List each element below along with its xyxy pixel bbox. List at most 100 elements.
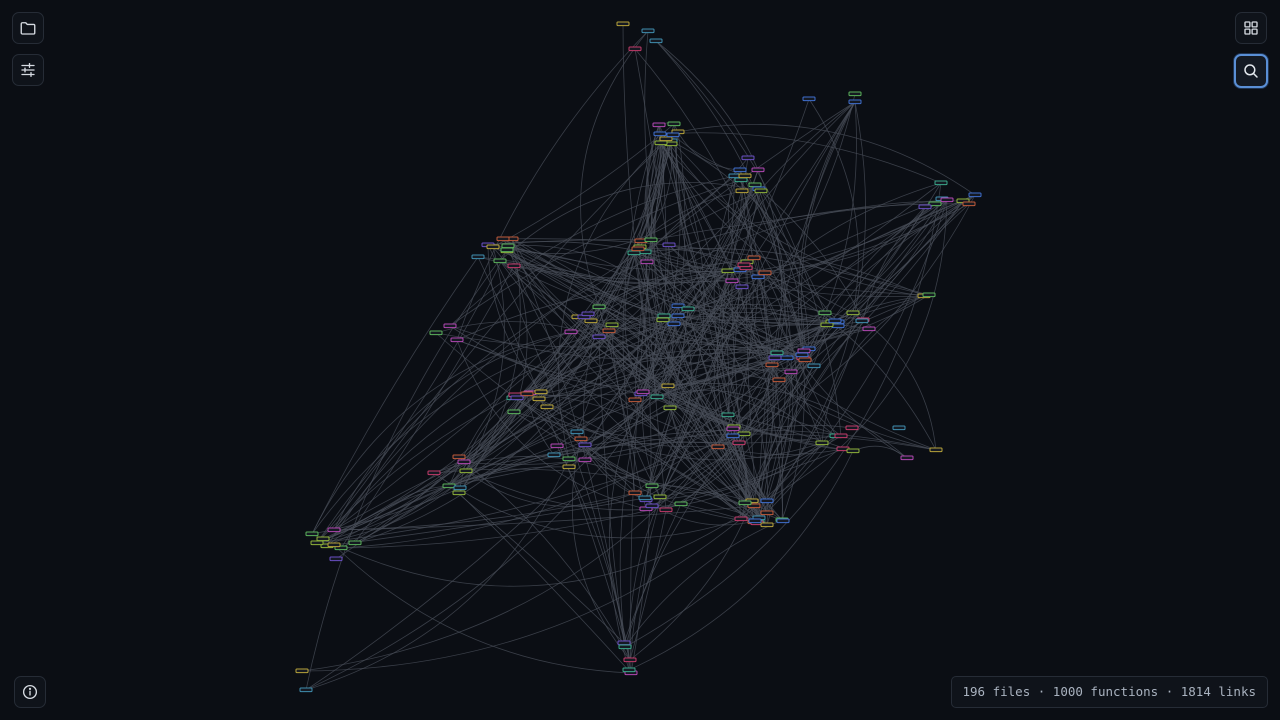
function-node[interactable] [638, 495, 652, 501]
function-node[interactable] [493, 258, 507, 264]
function-node[interactable] [500, 247, 514, 253]
function-node[interactable] [726, 426, 740, 432]
function-node[interactable] [751, 167, 765, 173]
function-node[interactable] [486, 244, 500, 250]
function-node[interactable] [327, 527, 341, 533]
function-node[interactable] [659, 136, 673, 142]
filters-button[interactable] [12, 54, 44, 86]
function-node[interactable] [592, 304, 606, 310]
dependency-graph[interactable] [0, 0, 1280, 720]
function-node[interactable] [747, 255, 761, 261]
function-node[interactable] [735, 284, 749, 290]
function-node[interactable] [666, 132, 680, 138]
function-node[interactable] [459, 468, 473, 474]
function-node[interactable] [962, 201, 976, 207]
function-node[interactable] [602, 328, 616, 334]
function-node[interactable] [667, 121, 681, 127]
function-node[interactable] [738, 173, 752, 179]
function-node[interactable] [520, 391, 534, 397]
function-node[interactable] [645, 503, 659, 509]
graph-viewport[interactable] [0, 0, 1280, 720]
function-node[interactable] [661, 383, 675, 389]
function-node[interactable] [547, 452, 561, 458]
function-node[interactable] [738, 500, 752, 506]
function-node[interactable] [940, 197, 954, 203]
function-node[interactable] [450, 337, 464, 343]
function-node[interactable] [760, 510, 774, 516]
function-node[interactable] [299, 687, 313, 693]
function-node[interactable] [623, 657, 637, 663]
function-node[interactable] [532, 396, 546, 402]
function-node[interactable] [641, 28, 655, 34]
function-node[interactable] [443, 323, 457, 329]
function-node[interactable] [631, 246, 645, 252]
function-node[interactable] [496, 236, 510, 242]
function-node[interactable] [734, 516, 748, 522]
function-node[interactable] [653, 131, 667, 137]
function-node[interactable] [645, 483, 659, 489]
function-node[interactable] [453, 485, 467, 491]
function-node[interactable] [748, 182, 762, 188]
function-node[interactable] [636, 389, 650, 395]
function-node[interactable] [578, 442, 592, 448]
function-node[interactable] [845, 425, 859, 431]
function-node[interactable] [758, 270, 772, 276]
function-node[interactable] [427, 470, 441, 476]
function-node[interactable] [772, 377, 786, 383]
function-node[interactable] [442, 483, 456, 489]
function-node[interactable] [780, 355, 794, 361]
function-node[interactable] [721, 412, 735, 418]
function-node[interactable] [653, 494, 667, 500]
function-node[interactable] [798, 357, 812, 363]
function-node[interactable] [507, 409, 521, 415]
function-node[interactable] [748, 518, 762, 524]
function-node[interactable] [452, 454, 466, 460]
function-node[interactable] [834, 433, 848, 439]
function-node[interactable] [656, 317, 670, 323]
function-node[interactable] [564, 329, 578, 335]
function-node[interactable] [721, 268, 735, 274]
function-node[interactable] [862, 326, 876, 332]
search-button[interactable] [1234, 54, 1268, 88]
function-node[interactable] [644, 237, 658, 243]
function-node[interactable] [592, 334, 606, 340]
function-node[interactable] [760, 522, 774, 528]
function-node[interactable] [329, 556, 343, 562]
function-node[interactable] [807, 363, 821, 369]
function-node[interactable] [671, 313, 685, 319]
function-node[interactable] [574, 436, 588, 442]
function-node[interactable] [657, 313, 671, 319]
function-node[interactable] [429, 330, 443, 336]
function-node[interactable] [784, 369, 798, 375]
function-node[interactable] [622, 667, 636, 673]
function-node[interactable] [457, 459, 471, 465]
function-node[interactable] [562, 464, 576, 470]
layout-grid-button[interactable] [1235, 12, 1267, 44]
function-node[interactable] [795, 352, 809, 358]
function-node[interactable] [649, 38, 663, 44]
function-node[interactable] [507, 263, 521, 269]
function-node[interactable] [815, 440, 829, 446]
function-node[interactable] [734, 177, 748, 183]
function-node[interactable] [848, 99, 862, 105]
function-node[interactable] [578, 457, 592, 463]
function-node[interactable] [725, 278, 739, 284]
function-node[interactable] [659, 507, 673, 513]
function-node[interactable] [628, 490, 642, 496]
function-node[interactable] [616, 21, 630, 27]
function-node[interactable] [765, 362, 779, 368]
function-node[interactable] [348, 540, 362, 546]
function-node[interactable] [770, 350, 784, 356]
function-node[interactable] [711, 444, 725, 450]
function-node[interactable] [640, 259, 654, 265]
function-node[interactable] [316, 536, 330, 542]
function-node[interactable] [581, 311, 595, 317]
function-node[interactable] [751, 274, 765, 280]
function-node[interactable] [820, 322, 834, 328]
function-node[interactable] [295, 668, 309, 674]
function-node[interactable] [550, 443, 564, 449]
function-node[interactable] [305, 531, 319, 537]
function-node[interactable] [674, 501, 688, 507]
function-node[interactable] [310, 540, 324, 546]
function-node[interactable] [737, 431, 751, 437]
